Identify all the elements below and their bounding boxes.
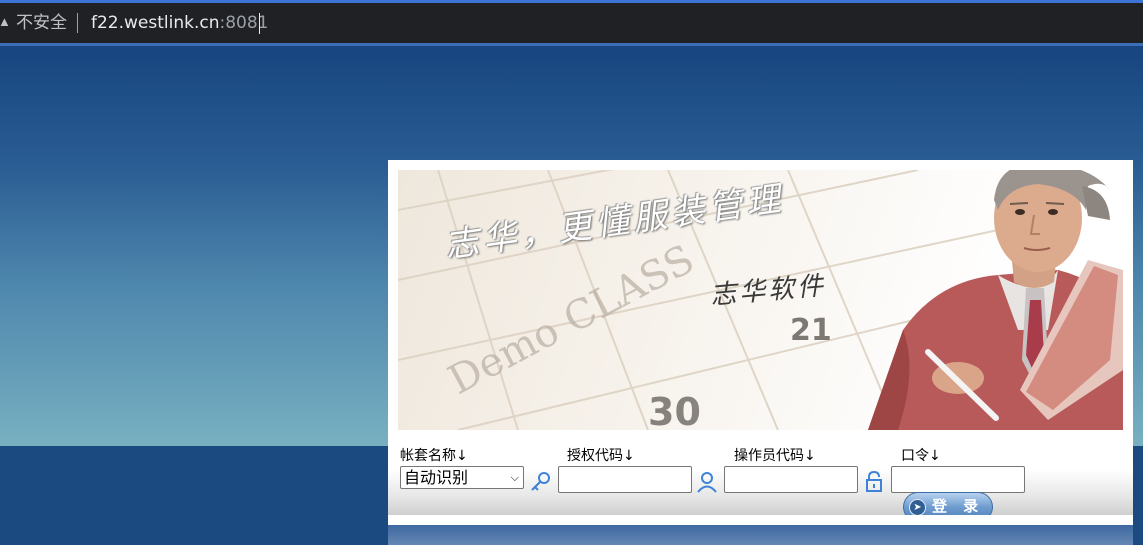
address-bar[interactable]: ▲ 不安全 f22.westlink.cn:8081 [0, 3, 1143, 43]
calendar-number-21: 21 [790, 313, 832, 348]
url-host: f22.westlink.cn [91, 13, 220, 33]
security-label[interactable]: 不安全 [16, 11, 67, 35]
url-port: :8081 [219, 13, 269, 33]
operator-code-label: 操作员代码↓ [734, 448, 816, 464]
calendar-number-30: 30 [648, 390, 701, 430]
operator-code-input[interactable] [724, 466, 858, 493]
account-label: 帐套名称↓ [400, 448, 468, 464]
account-select-value: 自动识别 [404, 468, 469, 487]
auth-code-label: 授权代码↓ [567, 448, 635, 464]
businessman-figure [868, 170, 1123, 430]
arrow-right-icon: ➤ [909, 499, 926, 516]
lock-icon [866, 471, 882, 492]
panel-footer [388, 525, 1133, 545]
password-input[interactable] [891, 466, 1025, 493]
account-select[interactable]: 自动识别 ⌵ [400, 466, 524, 489]
user-icon [697, 472, 717, 493]
address-divider [77, 13, 78, 33]
text-caret [259, 13, 260, 34]
warning-triangle-icon[interactable]: ▲ [0, 15, 11, 29]
panel-bottom-strip [388, 515, 1133, 525]
url-text[interactable]: f22.westlink.cn:8081 [91, 11, 269, 35]
key-icon [531, 472, 550, 491]
password-label: 口令↓ [901, 448, 941, 464]
auth-code-input[interactable] [558, 466, 692, 493]
banner-image: Demo CLASS 21 30 志华，更懂服装管理 志华软件 [398, 170, 1123, 430]
chevron-down-icon: ⌵ [510, 471, 519, 484]
login-button-label: 登 录 [932, 498, 985, 515]
login-panel: Demo CLASS 21 30 志华，更懂服装管理 志华软件 帐套名称↓ 自动… [388, 160, 1133, 545]
